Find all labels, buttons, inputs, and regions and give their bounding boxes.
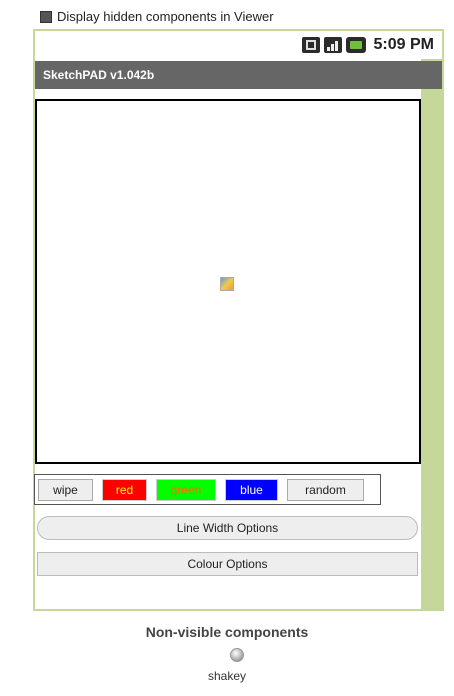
cell-signal-icon: [323, 37, 342, 53]
canvas-image-icon: [220, 277, 234, 291]
colour-options-button[interactable]: Colour Options: [37, 552, 418, 576]
random-button[interactable]: random: [287, 478, 364, 501]
accelerometer-icon[interactable]: [230, 648, 244, 662]
line-width-options-button[interactable]: Line Width Options: [37, 516, 418, 540]
non-visible-components-heading: Non-visible components: [145, 624, 309, 640]
green-button[interactable]: green: [156, 478, 216, 501]
display-hidden-label: Display hidden components in Viewer: [57, 9, 274, 24]
blue-button[interactable]: blue: [225, 478, 278, 501]
status-bar: 5:09 PM: [35, 31, 442, 59]
app-title: SketchPAD v1.042b: [43, 68, 155, 82]
color-button-row: wipe red green blue random: [34, 474, 381, 505]
drawing-canvas[interactable]: [35, 99, 421, 464]
non-visible-component-label[interactable]: shakey: [0, 669, 454, 683]
status-clock: 5:09 PM: [373, 36, 434, 53]
battery-icon: [345, 37, 366, 53]
red-button[interactable]: red: [102, 478, 147, 501]
display-hidden-checkbox[interactable]: [40, 10, 52, 23]
display-hidden-toggle[interactable]: Display hidden components in Viewer: [40, 9, 274, 24]
signal-data-icon: [301, 37, 320, 53]
wipe-button[interactable]: wipe: [38, 478, 93, 501]
app-title-bar: SketchPAD v1.042b: [35, 61, 442, 89]
